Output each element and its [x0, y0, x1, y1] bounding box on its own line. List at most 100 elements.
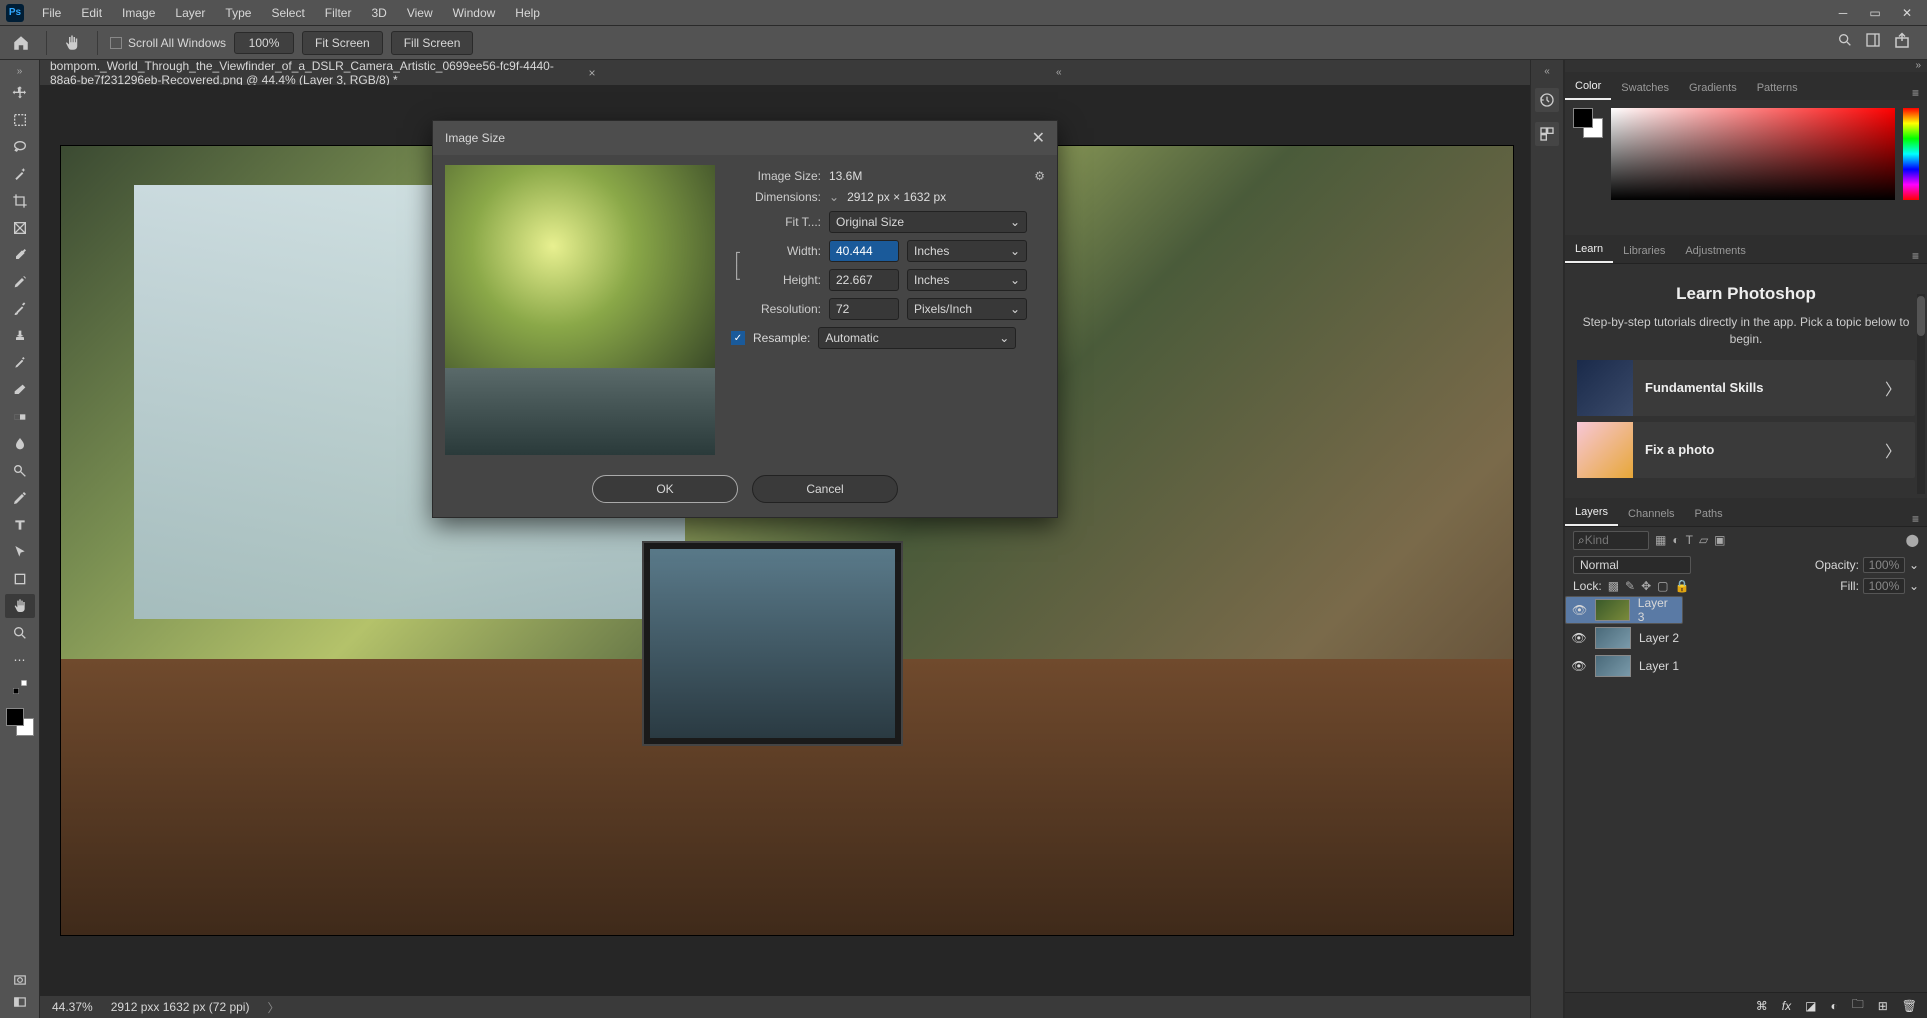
lasso-tool[interactable]	[5, 135, 35, 159]
blur-tool[interactable]	[5, 432, 35, 456]
tab-paths[interactable]: Paths	[1685, 502, 1733, 526]
menu-help[interactable]: Help	[505, 2, 550, 24]
tab-color[interactable]: Color	[1565, 74, 1611, 100]
layer-mask-icon[interactable]: ◪	[1805, 999, 1816, 1013]
layer-name[interactable]: Layer 3	[1638, 596, 1676, 624]
chevron-down-icon[interactable]: ⌄	[829, 190, 839, 204]
gear-icon[interactable]: ⚙	[1034, 169, 1045, 183]
window-maximize-button[interactable]: ▭	[1861, 3, 1889, 23]
status-zoom[interactable]: 44.37%	[52, 1000, 93, 1014]
tab-layers[interactable]: Layers	[1565, 500, 1618, 526]
filter-toggle-icon[interactable]: ⬤	[1906, 533, 1919, 547]
layer-kind-input[interactable]	[1585, 533, 1625, 547]
color-swatches[interactable]	[6, 708, 34, 736]
dodge-tool[interactable]	[5, 459, 35, 483]
tab-channels[interactable]: Channels	[1618, 502, 1684, 526]
path-selection-tool[interactable]	[5, 540, 35, 564]
brush-tool[interactable]	[5, 297, 35, 321]
resample-checkbox[interactable]: ✓	[731, 331, 745, 345]
history-brush-tool[interactable]	[5, 351, 35, 375]
visibility-icon[interactable]: 👁	[1571, 631, 1587, 645]
new-layer-icon[interactable]: ⊞	[1878, 999, 1888, 1013]
panel-color-swatches[interactable]	[1573, 108, 1603, 138]
move-tool[interactable]	[5, 81, 35, 105]
layer-name[interactable]: Layer 2	[1639, 631, 1679, 645]
cancel-button[interactable]: Cancel	[752, 475, 898, 503]
width-unit-select[interactable]: Inches⌄	[907, 240, 1027, 262]
layer-row[interactable]: 👁 Layer 3	[1565, 596, 1683, 624]
delete-layer-icon[interactable]: 🗑	[1902, 999, 1917, 1013]
pen-tool[interactable]	[5, 486, 35, 510]
menu-view[interactable]: View	[397, 2, 443, 24]
crop-tool[interactable]	[5, 189, 35, 213]
lock-artboard-icon[interactable]: ▢	[1657, 579, 1668, 593]
tab-libraries[interactable]: Libraries	[1613, 239, 1675, 263]
doc-expand-icon[interactable]: «	[595, 67, 1530, 79]
eyedropper-tool[interactable]	[5, 243, 35, 267]
screen-mode-icon[interactable]	[8, 994, 32, 1010]
fit-screen-button[interactable]: Fit Screen	[302, 31, 383, 55]
layer-thumb[interactable]	[1595, 627, 1631, 649]
menu-layer[interactable]: Layer	[165, 2, 215, 24]
layer-row[interactable]: 👁 Layer 1	[1565, 652, 1927, 680]
link-layers-icon[interactable]: ⌘	[1756, 999, 1768, 1013]
blend-mode-select[interactable]: Normal	[1573, 556, 1691, 574]
history-panel-icon[interactable]	[1535, 88, 1559, 112]
visibility-icon[interactable]: 👁	[1572, 603, 1587, 617]
type-tool[interactable]	[5, 513, 35, 537]
window-close-button[interactable]: ✕	[1893, 3, 1921, 23]
panels-collapse-icon[interactable]: »	[1565, 60, 1927, 72]
tab-learn[interactable]: Learn	[1565, 237, 1613, 263]
adjustment-layer-icon[interactable]: ◐	[1830, 999, 1837, 1013]
filter-pixel-icon[interactable]: ▦	[1655, 533, 1666, 547]
filter-adjust-icon[interactable]: ◐	[1672, 533, 1679, 547]
document-tab[interactable]: bompom._World_Through_the_Viewfinder_of_…	[50, 59, 595, 87]
hand-tool[interactable]	[5, 594, 35, 618]
menu-image[interactable]: Image	[112, 2, 165, 24]
resolution-input[interactable]: 72	[829, 298, 899, 320]
visibility-icon[interactable]: 👁	[1571, 659, 1587, 673]
magic-wand-tool[interactable]	[5, 162, 35, 186]
app-logo[interactable]: Ps	[6, 4, 24, 22]
shape-tool[interactable]	[5, 567, 35, 591]
tab-patterns[interactable]: Patterns	[1747, 76, 1808, 100]
window-minimize-button[interactable]: ─	[1829, 3, 1857, 23]
dialog-close-icon[interactable]: ✕	[1032, 128, 1045, 148]
menu-select[interactable]: Select	[261, 2, 314, 24]
fit-to-select[interactable]: Original Size⌄	[829, 211, 1027, 233]
menu-filter[interactable]: Filter	[315, 2, 362, 24]
layer-thumb[interactable]	[1595, 599, 1629, 621]
color-swap-icon[interactable]	[5, 675, 35, 699]
close-tab-icon[interactable]: ×	[588, 66, 595, 80]
edit-toolbar-icon[interactable]: ⋯	[5, 648, 35, 672]
search-icon[interactable]	[1837, 32, 1853, 53]
opacity-input[interactable]: 100%	[1863, 557, 1905, 573]
color-saturation-picker[interactable]	[1611, 108, 1895, 200]
fill-screen-button[interactable]: Fill Screen	[391, 31, 474, 55]
hand-tool-icon[interactable]	[59, 30, 85, 56]
dock-expand-icon[interactable]: «	[1531, 66, 1563, 78]
layer-thumb[interactable]	[1595, 655, 1631, 677]
color-panel-menu-icon[interactable]: ≡	[1904, 86, 1927, 100]
home-icon[interactable]	[8, 30, 34, 56]
lock-all-icon[interactable]: 🔒	[1675, 579, 1690, 593]
layer-name[interactable]: Layer 1	[1639, 659, 1679, 673]
fill-input[interactable]: 100%	[1863, 578, 1905, 594]
zoom-level-input[interactable]: 100%	[234, 32, 294, 54]
tab-swatches[interactable]: Swatches	[1611, 76, 1679, 100]
menu-window[interactable]: Window	[443, 2, 506, 24]
filter-smart-icon[interactable]: ▣	[1714, 533, 1725, 547]
height-input[interactable]: 22.667	[829, 269, 899, 291]
zoom-tool[interactable]	[5, 621, 35, 645]
lock-position-icon[interactable]: ✥	[1641, 579, 1651, 593]
group-icon[interactable]: 🗀	[1852, 995, 1864, 1016]
healing-brush-tool[interactable]	[5, 270, 35, 294]
ok-button[interactable]: OK	[592, 475, 738, 503]
layer-filter-kind[interactable]: ⌕	[1573, 531, 1649, 550]
menu-file[interactable]: File	[32, 2, 71, 24]
workspace-icon[interactable]	[1865, 32, 1881, 53]
lock-transparent-icon[interactable]: ▩	[1608, 579, 1619, 593]
menu-edit[interactable]: Edit	[71, 2, 112, 24]
menu-type[interactable]: Type	[215, 2, 261, 24]
resolution-unit-select[interactable]: Pixels/Inch⌄	[907, 298, 1027, 320]
